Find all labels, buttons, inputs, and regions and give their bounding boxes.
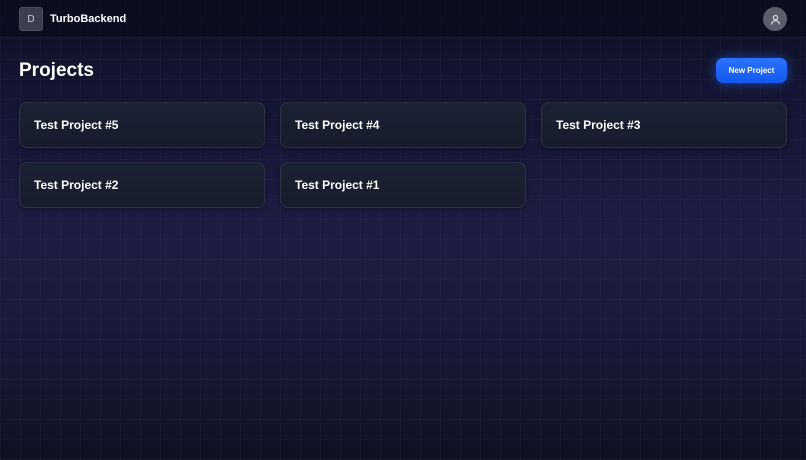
project-card-title: Test Project #3 xyxy=(556,118,641,132)
user-avatar-button[interactable] xyxy=(763,7,787,31)
project-card[interactable]: Test Project #5 xyxy=(19,102,265,148)
project-card-title: Test Project #5 xyxy=(34,118,119,132)
project-card-title: Test Project #2 xyxy=(34,178,119,192)
project-card[interactable]: Test Project #2 xyxy=(19,162,265,208)
project-card[interactable]: Test Project #1 xyxy=(280,162,526,208)
project-card-title: Test Project #1 xyxy=(295,178,380,192)
project-card[interactable]: Test Project #4 xyxy=(280,102,526,148)
user-icon xyxy=(770,14,780,25)
project-card[interactable]: Test Project #3 xyxy=(541,102,787,148)
project-card-title: Test Project #4 xyxy=(295,118,380,132)
logo-letter: D xyxy=(27,13,35,25)
page-title: Projects xyxy=(19,60,94,81)
logo-badge: D xyxy=(19,7,43,31)
project-grid: Test Project #5 Test Project #4 Test Pro… xyxy=(19,102,787,208)
top-navbar: D TurboBackend xyxy=(0,0,806,38)
app-title: TurboBackend xyxy=(50,13,127,25)
new-project-button[interactable]: New Project xyxy=(716,58,787,83)
